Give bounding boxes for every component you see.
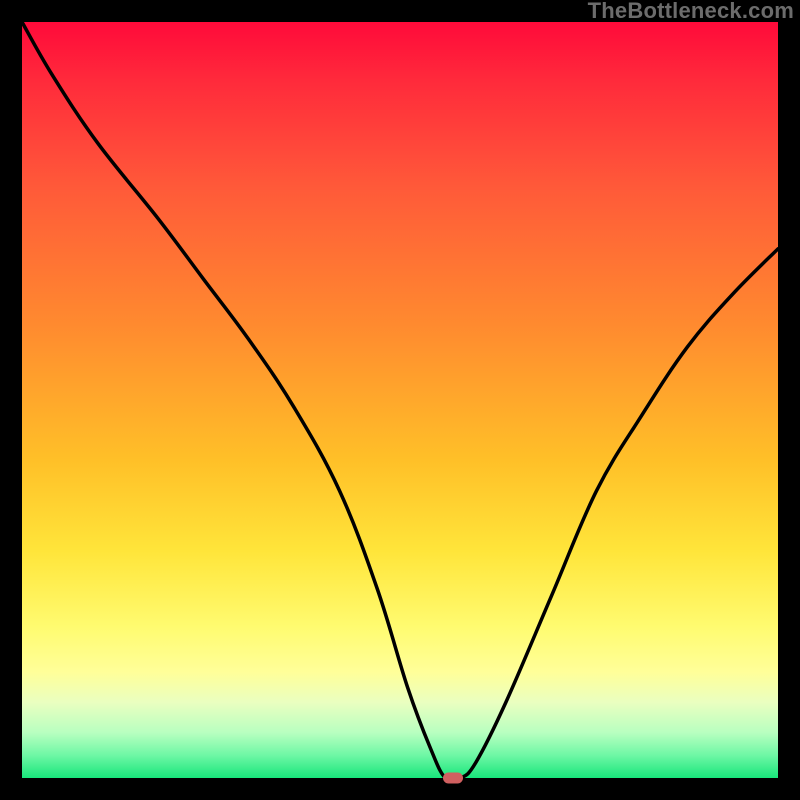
watermark-text: TheBottleneck.com xyxy=(588,0,794,24)
chart-background-gradient xyxy=(22,22,778,778)
chart-container: TheBottleneck.com xyxy=(0,0,800,800)
